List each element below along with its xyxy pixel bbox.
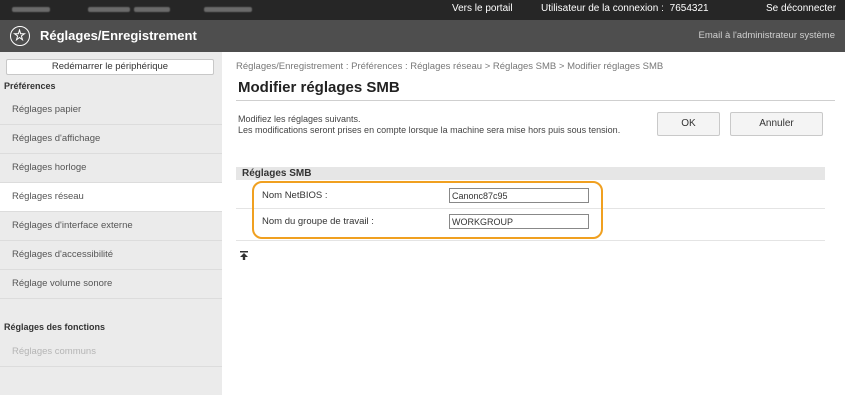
top-bar: Vers le portail Utilisateur de la connex… <box>0 0 845 20</box>
breadcrumb: Réglages/Enregistrement : Préférences : … <box>236 61 664 72</box>
email-admin-link[interactable]: Email à l'administrateur système <box>699 30 835 41</box>
intro-line-2: Les modifications seront prises en compt… <box>238 125 621 135</box>
sidebar: Redémarrer le périphérique Préférences R… <box>0 52 222 395</box>
sidebar-item-paper[interactable]: Réglages papier <box>0 96 222 125</box>
logout-link[interactable]: Se déconnecter <box>766 3 836 14</box>
sidebar-item-volume[interactable]: Réglage volume sonore <box>0 270 222 299</box>
settings-register-icon <box>10 26 30 46</box>
sidebar-item-display[interactable]: Réglages d'affichage <box>0 125 222 154</box>
section-header-bar <box>236 167 825 180</box>
intro-line-1: Modifiez les réglages suivants. <box>238 114 361 124</box>
app-title: Réglages/Enregistrement <box>40 28 197 43</box>
row-divider <box>236 240 825 241</box>
sidebar-heading-functions: Réglages des fonctions <box>4 322 106 332</box>
sidebar-heading-preferences: Préférences <box>4 81 56 91</box>
ok-button[interactable]: OK <box>657 112 720 136</box>
login-user-label: Utilisateur de la connexion : <box>541 3 664 14</box>
sidebar-item-common[interactable]: Réglages communs <box>0 338 222 367</box>
login-user-id: 7654321 <box>669 3 709 14</box>
highlight-outline <box>252 181 603 239</box>
sidebar-item-network[interactable]: Réglages réseau <box>0 183 222 212</box>
sidebar-item-faded[interactable] <box>0 370 222 392</box>
intro-text: Modifiez les réglages suivants. Les modi… <box>238 114 668 136</box>
app-header: Réglages/Enregistrement Email à l'admini… <box>0 20 845 52</box>
blurred-text <box>134 7 170 12</box>
login-user-info: Utilisateur de la connexion : 7654321 <box>541 3 709 14</box>
restart-device-button[interactable]: Redémarrer le périphérique <box>6 59 214 75</box>
blurred-text <box>204 7 252 12</box>
blurred-text <box>12 7 50 12</box>
blurred-text <box>88 7 130 12</box>
sidebar-item-external-interface[interactable]: Réglages d'interface externe <box>0 212 222 241</box>
page-title: Modifier réglages SMB <box>238 79 400 96</box>
section-title: Réglages SMB <box>242 168 312 179</box>
cancel-button[interactable]: Annuler <box>730 112 823 136</box>
title-divider <box>236 100 835 101</box>
portal-link[interactable]: Vers le portail <box>452 3 513 14</box>
sidebar-item-accessibility[interactable]: Réglages d'accessibilité <box>0 241 222 270</box>
scroll-to-top-icon[interactable] <box>240 251 248 262</box>
sidebar-item-clock[interactable]: Réglages horloge <box>0 154 222 183</box>
